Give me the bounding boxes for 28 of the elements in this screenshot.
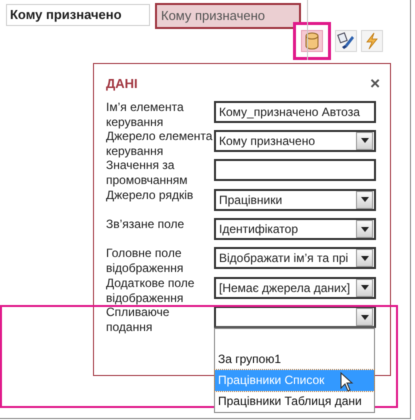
cursor-icon [340, 372, 354, 392]
dropdown-field[interactable]: Кому призначено [214, 130, 376, 152]
property-label: Додаткове поле відображення [106, 276, 196, 306]
property-label: Значення за промовчанням [106, 158, 189, 188]
panel-title: ДАНІ [106, 75, 138, 93]
lightning-icon [365, 32, 379, 50]
text-field[interactable]: Кому призначено [155, 3, 301, 29]
list-option[interactable]: За групою1 [215, 349, 374, 370]
dropdown-field[interactable]: Відображати ім’я та прі [214, 247, 376, 270]
property-label: Ім’я елемента керування [106, 100, 185, 130]
text-field[interactable] [214, 159, 376, 182]
field-label: Кому призначено [6, 4, 150, 26]
property-label: Спливаюче подання [106, 305, 170, 336]
format-tab[interactable] [335, 30, 357, 52]
property-label: Джерело рядків [106, 188, 194, 203]
dropdown-field[interactable]: [Немає джерела даних] [214, 276, 376, 299]
property-label: Зв’язане поле [106, 217, 186, 232]
list-option[interactable]: Працівники Таблиця дани [215, 391, 374, 412]
dropdown-field[interactable]: Працівники [214, 188, 376, 211]
property-label: Джерело елемента керування [106, 128, 214, 159]
property-label: Головне поле відображення [106, 246, 184, 276]
cylinder-icon [305, 32, 319, 50]
dropdown-field[interactable] [214, 306, 376, 328]
close-button[interactable]: × [370, 75, 380, 92]
text-field[interactable]: Кому_призначено Автоза [214, 100, 376, 122]
brush-icon [337, 32, 355, 50]
dropdown-field[interactable]: Ідентифікатор [214, 218, 376, 240]
data-tab[interactable] [293, 22, 331, 60]
